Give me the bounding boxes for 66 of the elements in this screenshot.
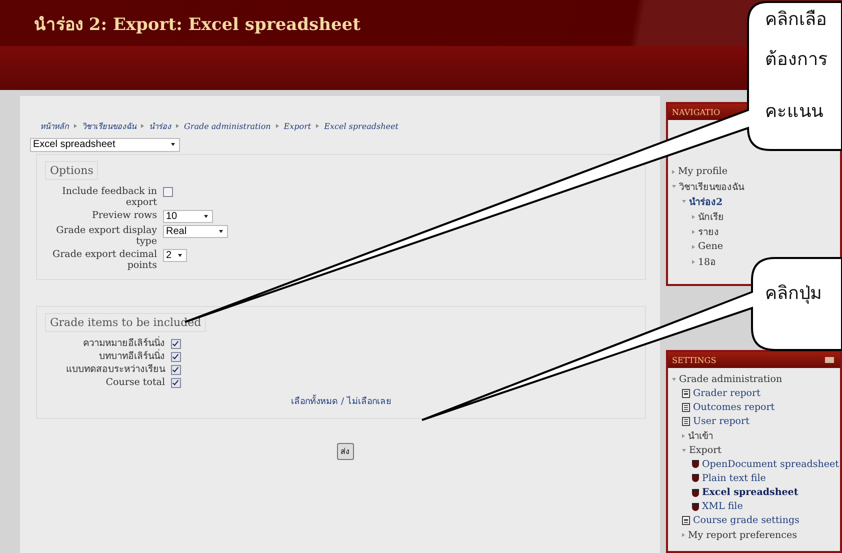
checkbox[interactable]	[171, 364, 181, 374]
submit-button[interactable]: ส่ง	[336, 442, 354, 460]
dropdown[interactable]: 10	[163, 210, 213, 222]
field-label: Course total	[104, 376, 165, 388]
settings-item[interactable]: Plain text file	[702, 472, 766, 484]
caret-icon	[219, 230, 223, 232]
callout-text: คะแนน	[765, 100, 823, 124]
breadcrumb-arrow-icon	[316, 124, 320, 128]
breadcrumb-link[interactable]: Export	[284, 122, 312, 130]
dropdown[interactable]: Real	[163, 224, 228, 238]
checkbox[interactable]	[171, 378, 181, 388]
block-title: NAVIGATIO	[672, 108, 720, 116]
breadcrumb-link[interactable]: Excel spreadsheet	[324, 122, 398, 130]
settings-item[interactable]: Course grade settings	[693, 515, 800, 526]
caret-icon	[204, 214, 208, 218]
settings-item[interactable]: Outcomes report	[693, 402, 775, 413]
report-page-icon	[682, 516, 690, 526]
block-title: SETTINGS	[672, 356, 716, 364]
settings-item[interactable]: Excel spreadsheet	[702, 487, 798, 498]
field-label: Preview rows	[90, 210, 157, 220]
nav-item[interactable]: นักเรีย	[698, 209, 724, 224]
breadcrumb-arrow-icon	[74, 124, 77, 128]
export-format-select[interactable]: Excel spreadsheet	[30, 138, 180, 152]
caret-icon	[178, 254, 182, 256]
settings-item[interactable]: Grade administration	[679, 374, 782, 385]
report-page-icon	[682, 402, 690, 412]
fieldset-legend: Options	[45, 160, 98, 180]
settings-item[interactable]: My report preferences	[688, 530, 797, 541]
fieldset-legend: Grade items to be included	[45, 312, 206, 332]
select-all-none-link[interactable]: เลือกทั้งหมด / ไม่เลือกเลย	[291, 394, 391, 408]
breadcrumb-arrow-icon	[176, 124, 179, 128]
field-label: แบบทดสอบระหว่างเรียน	[65, 364, 165, 374]
breadcrumb-link[interactable]: วิชาเรียนของฉัน	[82, 120, 136, 132]
report-page-icon	[682, 388, 690, 398]
dropdown[interactable]: 2	[163, 248, 187, 262]
field-label: Include feedback in export	[61, 186, 157, 208]
field-label: ความหมายอีเลิร์นนิ่ง	[82, 338, 165, 348]
callout-text: คลิกเลือ	[765, 8, 827, 32]
nav-item[interactable]: Gene	[698, 241, 723, 252]
breadcrumb-link[interactable]: นำร่อง	[149, 120, 171, 132]
nav-item[interactable]: รายง	[698, 224, 719, 239]
field-label: บทบาทอีเลิร์นนิ่ง	[98, 350, 165, 362]
settings-item[interactable]: User report	[693, 416, 750, 428]
report-page-icon	[682, 417, 690, 426]
callout-text: ต้องการ	[765, 48, 828, 72]
checkbox[interactable]	[163, 186, 173, 196]
caret-icon	[171, 143, 175, 146]
settings-item[interactable]: Grader report	[693, 388, 760, 399]
settings-item[interactable]: OpenDocument spreadsheet	[702, 458, 839, 470]
breadcrumb-arrow-icon	[141, 124, 144, 128]
field-label: Grade export display type	[55, 224, 157, 246]
nav-item[interactable]: วิชาเรียนของฉัน	[679, 179, 744, 194]
settings-item[interactable]: นำเข้า	[688, 428, 713, 444]
page-title: นำร่อง 2: Export: Excel spreadsheet	[34, 14, 360, 36]
breadcrumb-link[interactable]: Grade administration	[184, 122, 271, 130]
breadcrumb-arrow-icon	[276, 124, 279, 128]
nav-item[interactable]: 18อ	[698, 254, 716, 269]
nav-item[interactable]: My profile	[678, 166, 728, 177]
settings-item[interactable]: XML file	[702, 501, 743, 512]
nav-item[interactable]: นำร่อง2	[689, 194, 723, 209]
breadcrumb-link[interactable]: หน้าหลัก	[40, 120, 69, 132]
checkbox[interactable]	[171, 352, 181, 362]
settings-item[interactable]: Export	[689, 444, 722, 456]
field-label: Grade export decimal points	[52, 248, 157, 270]
callout-text: คลิกปุ่ม	[765, 282, 822, 306]
checkbox[interactable]	[171, 338, 181, 348]
